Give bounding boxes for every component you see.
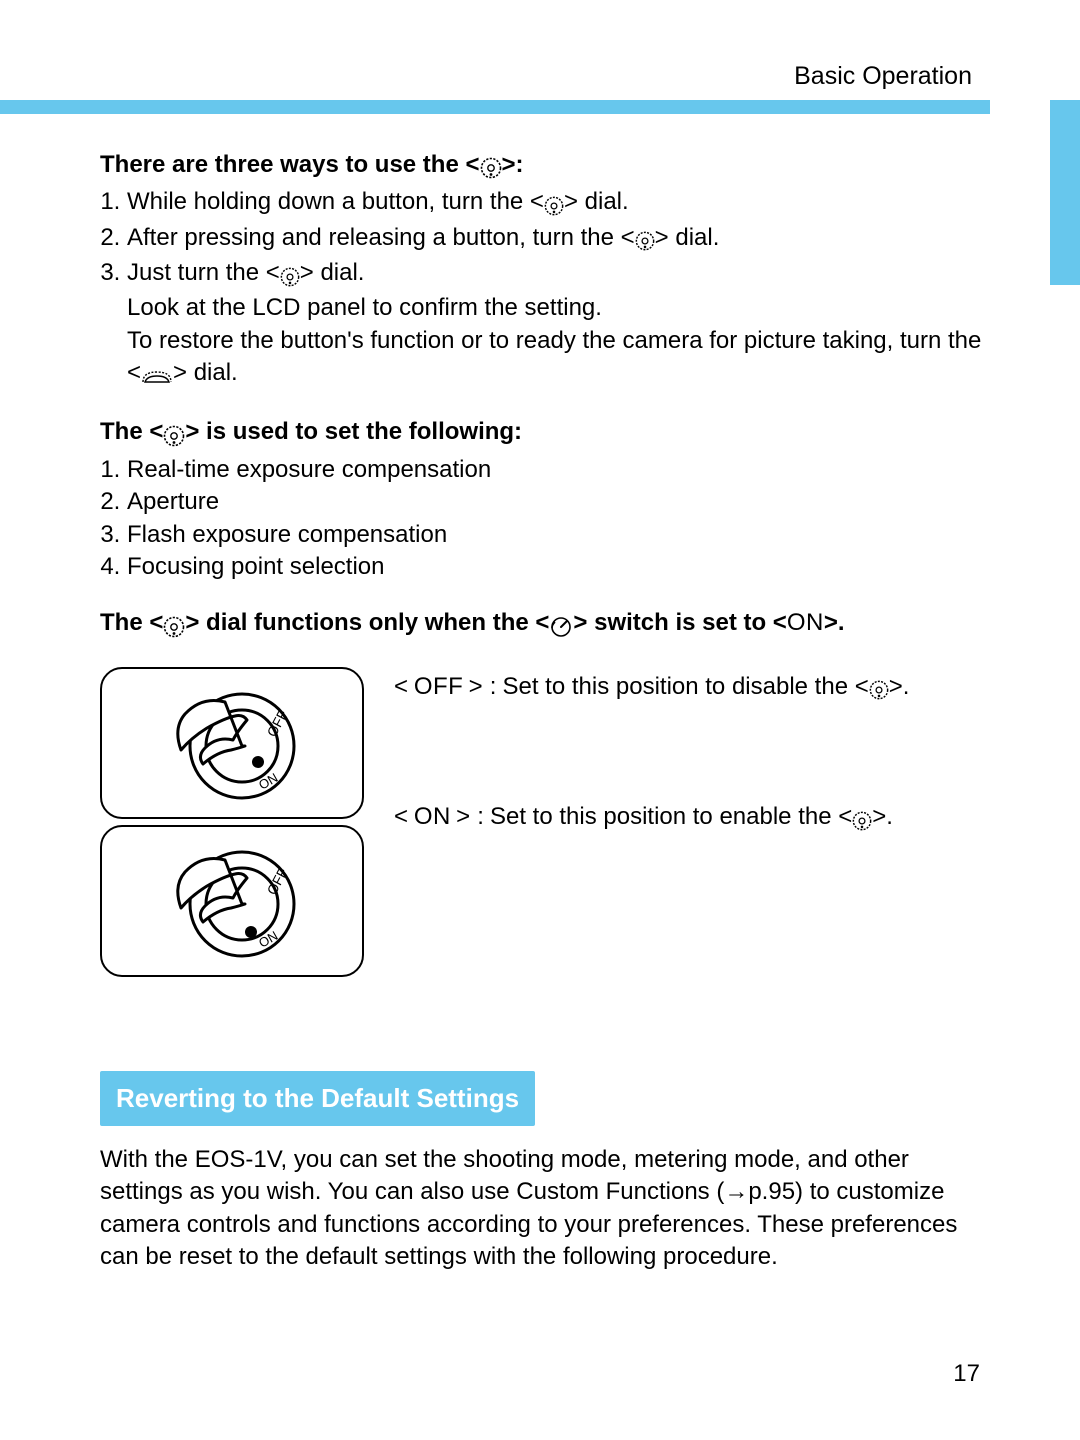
page-number: 17	[953, 1358, 980, 1390]
list-item: After pressing and releasing a button, t…	[127, 222, 990, 257]
quick-dial-icon	[869, 674, 889, 706]
list-item: While holding down a button, turn the < …	[127, 186, 990, 221]
section-heading: There are three ways to use the < >:	[100, 149, 990, 184]
header-rule	[0, 100, 1080, 112]
section-used-to-set: The < > is used to set the following: Re…	[100, 416, 990, 583]
page-header: Basic Operation	[100, 60, 990, 94]
section-switch-note: The < > dial functions only when the < >…	[100, 607, 990, 976]
quick-dial-icon	[544, 189, 564, 221]
side-tab	[1050, 100, 1080, 285]
quick-dial-icon	[480, 152, 502, 184]
switch-icon	[549, 610, 573, 642]
switch-on-description: < ON > : Set to this position to enable …	[394, 801, 990, 836]
section-three-ways: There are three ways to use the < >: Whi…	[100, 149, 990, 393]
switch-off-figure: OFF ON	[100, 667, 364, 819]
list-item: Aperture	[127, 486, 990, 518]
note-text: Look at the LCD panel to confirm the set…	[127, 292, 990, 324]
section-heading: The < > dial functions only when the < >…	[100, 607, 990, 642]
quick-dial-icon	[852, 804, 872, 836]
revert-heading: Reverting to the Default Settings	[100, 1071, 535, 1126]
quick-dial-icon	[280, 260, 300, 292]
quick-dial-icon	[635, 225, 655, 257]
revert-body: With the EOS-1V, you can set the shootin…	[100, 1144, 990, 1274]
list-item: Real-time exposure compensation	[127, 454, 990, 486]
list-item: Flash exposure compensation	[127, 519, 990, 551]
switch-on-figure: OFF ON	[100, 825, 364, 977]
section-heading: The < > is used to set the following:	[100, 416, 990, 451]
main-dial-icon	[141, 360, 173, 392]
list-item: Just turn the < > dial.	[127, 257, 990, 292]
note-text: To restore the button's function or to r…	[127, 325, 990, 393]
quick-dial-icon	[163, 419, 185, 451]
list-item: Focusing point selection	[127, 551, 990, 583]
quick-dial-icon	[163, 610, 185, 642]
switch-off-description: < OFF > : Set to this position to disabl…	[394, 671, 990, 706]
